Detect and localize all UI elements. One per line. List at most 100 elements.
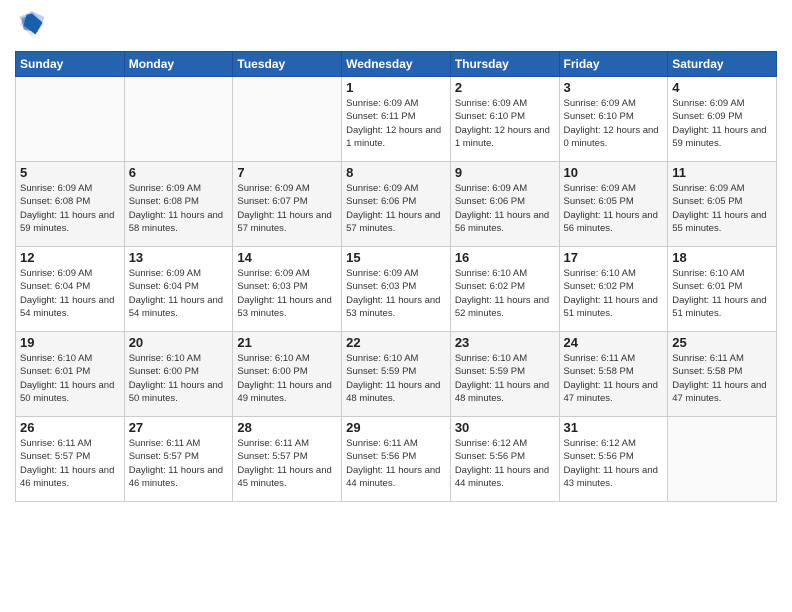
calendar-cell: 9 Sunrise: 6:09 AM Sunset: 6:06 PM Daylig… xyxy=(450,162,559,247)
calendar-cell: 1Sunrise: 6:09 AM Sunset: 6:11 PM Daylig… xyxy=(342,77,451,162)
day-number: 6 xyxy=(129,165,229,180)
calendar-cell: 19 Sunrise: 6:10 AM Sunset: 6:01 PM Dayli… xyxy=(16,332,125,417)
day-number: 25 xyxy=(672,335,772,350)
calendar-week-row-2: 12 Sunrise: 6:09 AM Sunset: 6:04 PM Dayli… xyxy=(16,247,777,332)
calendar-cell: 2 Sunrise: 6:09 AM Sunset: 6:10 PM Daylig… xyxy=(450,77,559,162)
day-info: Sunrise: 6:09 AM Sunset: 6:10 PM Dayligh… xyxy=(455,97,555,150)
calendar-cell: 17 Sunrise: 6:10 AM Sunset: 6:02 PM Dayli… xyxy=(559,247,668,332)
day-number: 17 xyxy=(564,250,664,265)
calendar-cell: 23 Sunrise: 6:10 AM Sunset: 5:59 PM Dayli… xyxy=(450,332,559,417)
day-number: 4 xyxy=(672,80,772,95)
day-info: Sunrise: 6:12 AM Sunset: 5:56 PM Dayligh… xyxy=(564,437,664,490)
calendar-cell: 24Sunrise: 6:11 AM Sunset: 5:58 PM Dayli… xyxy=(559,332,668,417)
day-number: 26 xyxy=(20,420,120,435)
calendar-cell: 21 Sunrise: 6:10 AM Sunset: 6:00 PM Dayli… xyxy=(233,332,342,417)
day-info: Sunrise: 6:10 AM Sunset: 5:59 PM Dayligh… xyxy=(455,352,555,405)
calendar-cell: 31 Sunrise: 6:12 AM Sunset: 5:56 PM Dayli… xyxy=(559,417,668,502)
day-info: Sunrise: 6:09 AM Sunset: 6:08 PM Dayligh… xyxy=(20,182,120,235)
day-info: Sunrise: 6:10 AM Sunset: 6:01 PM Dayligh… xyxy=(672,267,772,320)
calendar-week-row-4: 26 Sunrise: 6:11 AM Sunset: 5:57 PM Dayli… xyxy=(16,417,777,502)
calendar-cell xyxy=(124,77,233,162)
day-info: Sunrise: 6:10 AM Sunset: 6:02 PM Dayligh… xyxy=(455,267,555,320)
day-number: 12 xyxy=(20,250,120,265)
day-info: Sunrise: 6:10 AM Sunset: 6:00 PM Dayligh… xyxy=(237,352,337,405)
calendar-cell: 26 Sunrise: 6:11 AM Sunset: 5:57 PM Dayli… xyxy=(16,417,125,502)
day-info: Sunrise: 6:10 AM Sunset: 6:02 PM Dayligh… xyxy=(564,267,664,320)
calendar-cell: 15 Sunrise: 6:09 AM Sunset: 6:03 PM Dayli… xyxy=(342,247,451,332)
day-info: Sunrise: 6:10 AM Sunset: 5:59 PM Dayligh… xyxy=(346,352,446,405)
calendar-cell xyxy=(233,77,342,162)
calendar-week-row-3: 19 Sunrise: 6:10 AM Sunset: 6:01 PM Dayli… xyxy=(16,332,777,417)
weekday-header-wednesday: Wednesday xyxy=(342,52,451,77)
day-info: Sunrise: 6:11 AM Sunset: 5:58 PM Dayligh… xyxy=(672,352,772,405)
day-info: Sunrise: 6:09 AM Sunset: 6:08 PM Dayligh… xyxy=(129,182,229,235)
calendar-cell: 18 Sunrise: 6:10 AM Sunset: 6:01 PM Dayli… xyxy=(668,247,777,332)
calendar-week-row-1: 5Sunrise: 6:09 AM Sunset: 6:08 PM Daylig… xyxy=(16,162,777,247)
calendar-cell: 6 Sunrise: 6:09 AM Sunset: 6:08 PM Daylig… xyxy=(124,162,233,247)
day-info: Sunrise: 6:10 AM Sunset: 6:01 PM Dayligh… xyxy=(20,352,120,405)
day-number: 10 xyxy=(564,165,664,180)
calendar-cell: 13 Sunrise: 6:09 AM Sunset: 6:04 PM Dayli… xyxy=(124,247,233,332)
day-info: Sunrise: 6:11 AM Sunset: 5:56 PM Dayligh… xyxy=(346,437,446,490)
calendar-cell: 29 Sunrise: 6:11 AM Sunset: 5:56 PM Dayli… xyxy=(342,417,451,502)
calendar-week-row-0: 1Sunrise: 6:09 AM Sunset: 6:11 PM Daylig… xyxy=(16,77,777,162)
day-number: 14 xyxy=(237,250,337,265)
weekday-header-thursday: Thursday xyxy=(450,52,559,77)
day-number: 23 xyxy=(455,335,555,350)
day-number: 11 xyxy=(672,165,772,180)
day-info: Sunrise: 6:09 AM Sunset: 6:10 PM Dayligh… xyxy=(564,97,664,150)
logo-icon xyxy=(18,10,46,38)
day-number: 15 xyxy=(346,250,446,265)
day-number: 8 xyxy=(346,165,446,180)
calendar-cell xyxy=(16,77,125,162)
weekday-header-monday: Monday xyxy=(124,52,233,77)
calendar-cell: 10 Sunrise: 6:09 AM Sunset: 6:05 PM Dayli… xyxy=(559,162,668,247)
day-number: 18 xyxy=(672,250,772,265)
day-number: 13 xyxy=(129,250,229,265)
day-info: Sunrise: 6:09 AM Sunset: 6:03 PM Dayligh… xyxy=(237,267,337,320)
weekday-header-saturday: Saturday xyxy=(668,52,777,77)
weekday-header-friday: Friday xyxy=(559,52,668,77)
header-area xyxy=(15,10,777,43)
day-number: 1 xyxy=(346,80,446,95)
weekday-header-tuesday: Tuesday xyxy=(233,52,342,77)
day-number: 3 xyxy=(564,80,664,95)
day-info: Sunrise: 6:11 AM Sunset: 5:57 PM Dayligh… xyxy=(237,437,337,490)
day-number: 24 xyxy=(564,335,664,350)
calendar-cell: 16 Sunrise: 6:10 AM Sunset: 6:02 PM Dayli… xyxy=(450,247,559,332)
day-number: 30 xyxy=(455,420,555,435)
weekday-header-sunday: Sunday xyxy=(16,52,125,77)
calendar-cell: 11Sunrise: 6:09 AM Sunset: 6:05 PM Dayli… xyxy=(668,162,777,247)
logo xyxy=(15,10,46,43)
day-number: 2 xyxy=(455,80,555,95)
calendar-cell: 20Sunrise: 6:10 AM Sunset: 6:00 PM Dayli… xyxy=(124,332,233,417)
calendar-cell: 8Sunrise: 6:09 AM Sunset: 6:06 PM Daylig… xyxy=(342,162,451,247)
main-container: SundayMondayTuesdayWednesdayThursdayFrid… xyxy=(0,0,792,512)
calendar-cell: 27Sunrise: 6:11 AM Sunset: 5:57 PM Dayli… xyxy=(124,417,233,502)
calendar-cell: 14 Sunrise: 6:09 AM Sunset: 6:03 PM Dayli… xyxy=(233,247,342,332)
weekday-header-row: SundayMondayTuesdayWednesdayThursdayFrid… xyxy=(16,52,777,77)
day-info: Sunrise: 6:09 AM Sunset: 6:06 PM Dayligh… xyxy=(455,182,555,235)
day-number: 7 xyxy=(237,165,337,180)
day-number: 16 xyxy=(455,250,555,265)
day-info: Sunrise: 6:09 AM Sunset: 6:04 PM Dayligh… xyxy=(129,267,229,320)
day-info: Sunrise: 6:09 AM Sunset: 6:03 PM Dayligh… xyxy=(346,267,446,320)
calendar-cell: 7 Sunrise: 6:09 AM Sunset: 6:07 PM Daylig… xyxy=(233,162,342,247)
day-number: 28 xyxy=(237,420,337,435)
day-number: 21 xyxy=(237,335,337,350)
calendar-cell: 4Sunrise: 6:09 AM Sunset: 6:09 PM Daylig… xyxy=(668,77,777,162)
calendar-cell: 25 Sunrise: 6:11 AM Sunset: 5:58 PM Dayli… xyxy=(668,332,777,417)
day-info: Sunrise: 6:09 AM Sunset: 6:04 PM Dayligh… xyxy=(20,267,120,320)
day-number: 19 xyxy=(20,335,120,350)
day-info: Sunrise: 6:11 AM Sunset: 5:57 PM Dayligh… xyxy=(20,437,120,490)
day-info: Sunrise: 6:09 AM Sunset: 6:07 PM Dayligh… xyxy=(237,182,337,235)
calendar-cell: 30Sunrise: 6:12 AM Sunset: 5:56 PM Dayli… xyxy=(450,417,559,502)
day-number: 9 xyxy=(455,165,555,180)
calendar-table: SundayMondayTuesdayWednesdayThursdayFrid… xyxy=(15,51,777,502)
day-number: 29 xyxy=(346,420,446,435)
day-info: Sunrise: 6:10 AM Sunset: 6:00 PM Dayligh… xyxy=(129,352,229,405)
day-number: 27 xyxy=(129,420,229,435)
day-info: Sunrise: 6:09 AM Sunset: 6:05 PM Dayligh… xyxy=(564,182,664,235)
calendar-cell: 3 Sunrise: 6:09 AM Sunset: 6:10 PM Daylig… xyxy=(559,77,668,162)
day-number: 31 xyxy=(564,420,664,435)
